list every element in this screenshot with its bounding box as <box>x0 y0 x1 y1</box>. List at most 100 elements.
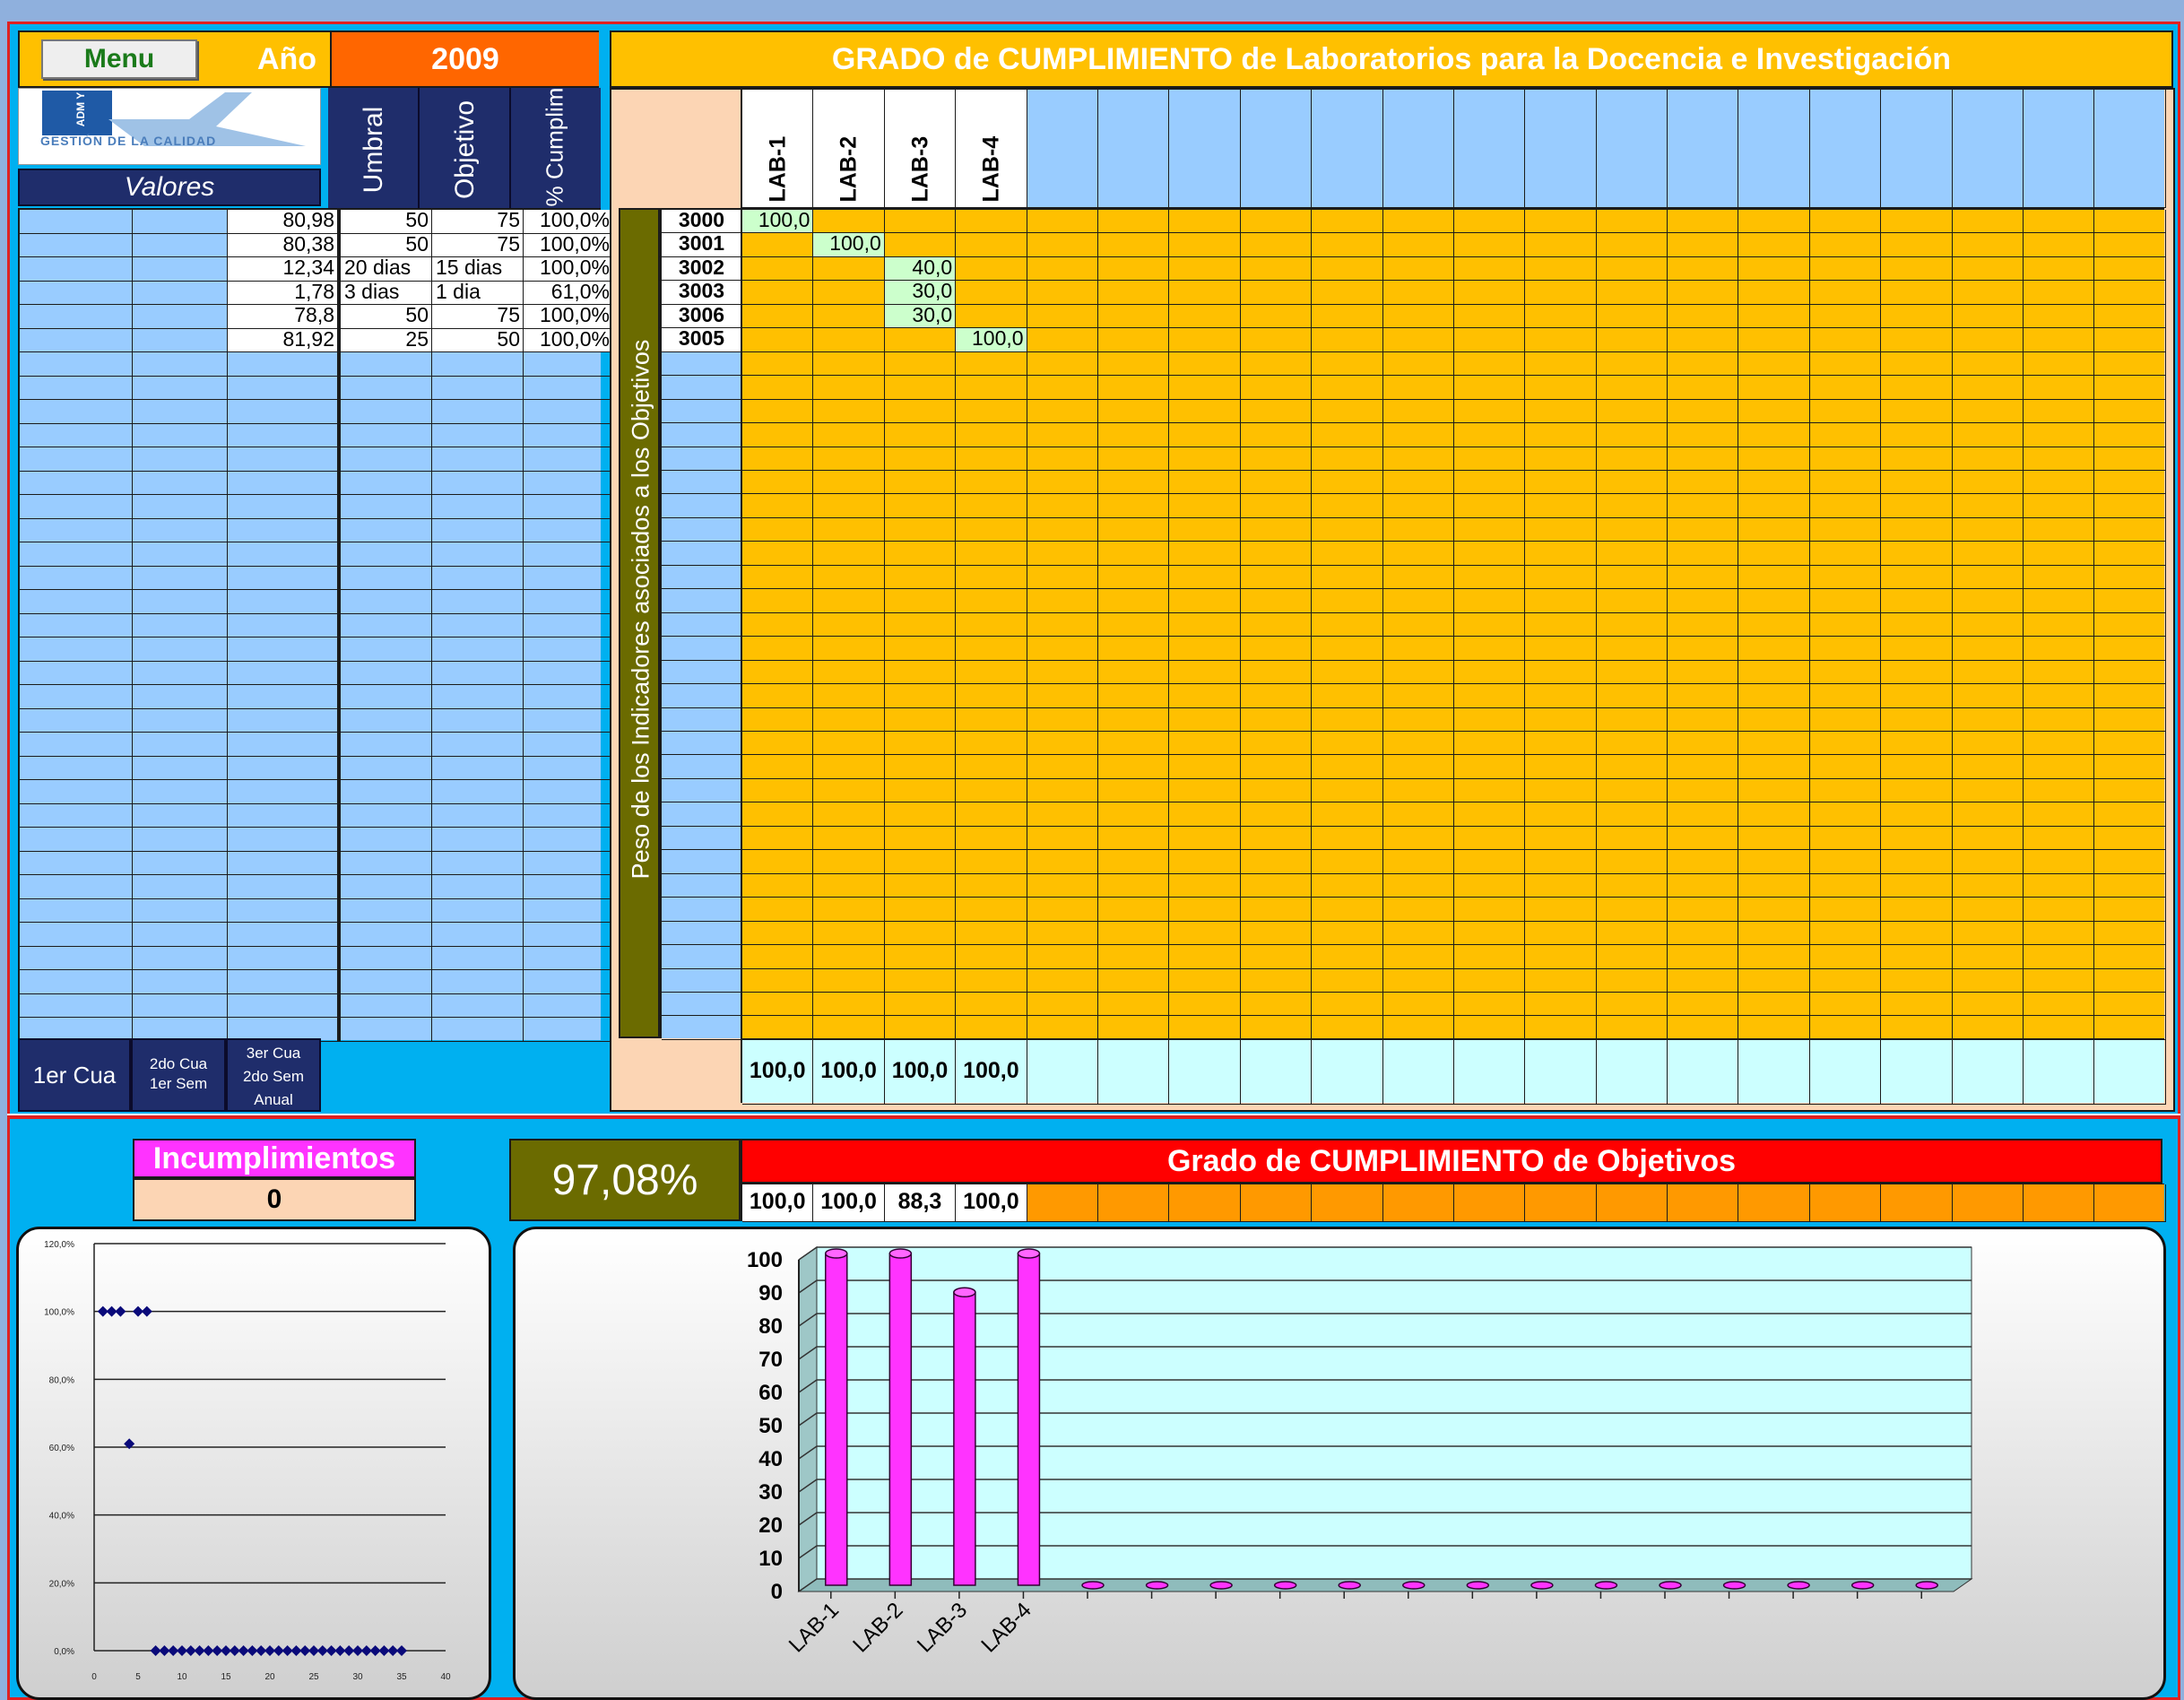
weight-cell[interactable] <box>1027 778 1098 803</box>
weight-cell[interactable] <box>1382 660 1454 685</box>
weight-cell[interactable] <box>1453 826 1526 851</box>
weight-cell[interactable] <box>1312 968 1383 993</box>
weight-cell[interactable] <box>956 589 1027 613</box>
weight-cell[interactable] <box>1881 898 1953 922</box>
weight-cell[interactable] <box>1240 707 1313 732</box>
weight-cell[interactable] <box>1809 731 1882 756</box>
weight-cell[interactable] <box>1097 281 1170 305</box>
value-cell[interactable]: 80,38 <box>228 233 341 257</box>
weight-cell[interactable] <box>1809 210 1882 234</box>
grid-cell[interactable] <box>133 946 228 970</box>
grid-cell[interactable] <box>20 923 133 947</box>
weight-cell[interactable] <box>1809 565 1882 590</box>
weight-cell[interactable] <box>1881 707 1953 732</box>
weight-cell[interactable] <box>1169 684 1241 708</box>
weight-cell[interactable] <box>1881 376 1953 400</box>
weight-cell[interactable] <box>1027 589 1098 613</box>
weight-cell[interactable] <box>1382 494 1454 518</box>
weight-cell[interactable] <box>884 873 957 898</box>
weight-cell[interactable] <box>1097 589 1170 613</box>
weight-cell[interactable] <box>1027 637 1098 661</box>
weight-cell[interactable] <box>1312 992 1383 1017</box>
weight-cell[interactable] <box>742 351 814 377</box>
weight-cell[interactable] <box>813 802 885 827</box>
grid-cell[interactable] <box>133 803 228 828</box>
weight-cell[interactable] <box>742 992 814 1017</box>
grid-cell[interactable] <box>341 566 432 590</box>
weight-cell[interactable] <box>1240 351 1313 377</box>
weight-cell[interactable] <box>2024 517 2095 542</box>
weight-cell[interactable] <box>2094 565 2166 590</box>
weight-cell[interactable] <box>742 660 814 685</box>
weight-cell[interactable] <box>884 542 957 566</box>
weight-cell[interactable] <box>1596 873 1668 898</box>
weight-cell[interactable] <box>1952 660 2024 685</box>
weight-cell[interactable] <box>1809 447 1882 471</box>
weight-cell[interactable] <box>1312 494 1383 518</box>
weight-cell[interactable] <box>956 542 1027 566</box>
weight-cell[interactable] <box>1809 494 1882 518</box>
weight-cell[interactable] <box>2024 992 2095 1017</box>
weight-cell[interactable] <box>1809 612 1882 638</box>
grid-cell[interactable] <box>133 400 228 424</box>
grid-cell[interactable] <box>341 1018 432 1042</box>
weight-cell[interactable] <box>1169 494 1241 518</box>
weight-cell[interactable] <box>1240 517 1313 542</box>
weight-cell[interactable] <box>1382 684 1454 708</box>
grid-cell[interactable] <box>228 898 341 923</box>
grid-cell[interactable] <box>341 518 432 542</box>
weight-cell[interactable] <box>1596 992 1668 1017</box>
weight-cell[interactable] <box>1809 423 1882 447</box>
grid-cell[interactable] <box>228 518 341 542</box>
weight-cell[interactable] <box>1668 826 1739 851</box>
weight-cell[interactable] <box>1382 637 1454 661</box>
weight-cell[interactable] <box>1668 210 1739 234</box>
weight-cell[interactable] <box>1382 233 1454 257</box>
grid-cell[interactable] <box>133 471 228 495</box>
weight-cell[interactable] <box>2024 1016 2095 1040</box>
grid-cell[interactable] <box>432 423 524 447</box>
weight-cell[interactable] <box>1097 850 1170 874</box>
grid-cell[interactable] <box>133 233 228 257</box>
weight-cell[interactable] <box>1881 1016 1953 1040</box>
weight-cell[interactable] <box>1668 517 1739 542</box>
value-cell[interactable]: 75 <box>432 305 524 329</box>
weight-cell[interactable] <box>1525 565 1597 590</box>
weight-cell[interactable] <box>1596 304 1668 329</box>
grid-cell[interactable] <box>524 970 613 994</box>
grid-cell[interactable] <box>133 993 228 1018</box>
grid-cell[interactable] <box>20 376 133 400</box>
value-cell[interactable]: 3 dias <box>341 281 432 305</box>
weight-cell[interactable] <box>742 968 814 993</box>
weight-cell[interactable] <box>1668 351 1739 377</box>
weight-cell[interactable] <box>813 778 885 803</box>
grid-cell[interactable] <box>432 613 524 638</box>
grid-cell[interactable] <box>432 471 524 495</box>
weight-cell[interactable] <box>1668 945 1739 969</box>
weight-cell[interactable] <box>1952 589 2024 613</box>
weight-cell[interactable] <box>1169 351 1241 377</box>
grid-cell[interactable] <box>432 708 524 733</box>
weight-cell[interactable] <box>884 589 957 613</box>
weight-cell[interactable] <box>1027 470 1098 495</box>
weight-cell[interactable] <box>813 850 885 874</box>
weight-cell[interactable] <box>956 376 1027 400</box>
weight-cell[interactable] <box>1382 850 1454 874</box>
weight-cell[interactable] <box>1027 1016 1098 1040</box>
grid-cell[interactable] <box>20 803 133 828</box>
grid-cell[interactable] <box>228 708 341 733</box>
weight-cell[interactable] <box>1952 517 2024 542</box>
weight-cell[interactable] <box>1525 517 1597 542</box>
weight-cell[interactable] <box>1596 1016 1668 1040</box>
grid-cell[interactable] <box>20 305 133 329</box>
weight-cell[interactable] <box>813 281 885 305</box>
weight-cell[interactable] <box>742 873 814 898</box>
weight-cell[interactable] <box>1453 281 1526 305</box>
weight-cell[interactable] <box>1809 1016 1882 1040</box>
weight-cell[interactable] <box>956 731 1027 756</box>
weight-cell[interactable] <box>2024 304 2095 329</box>
weight-cell[interactable] <box>1312 447 1383 471</box>
weight-cell[interactable] <box>1809 470 1882 495</box>
weight-cell[interactable] <box>1240 423 1313 447</box>
weight-cell[interactable] <box>1525 304 1597 329</box>
